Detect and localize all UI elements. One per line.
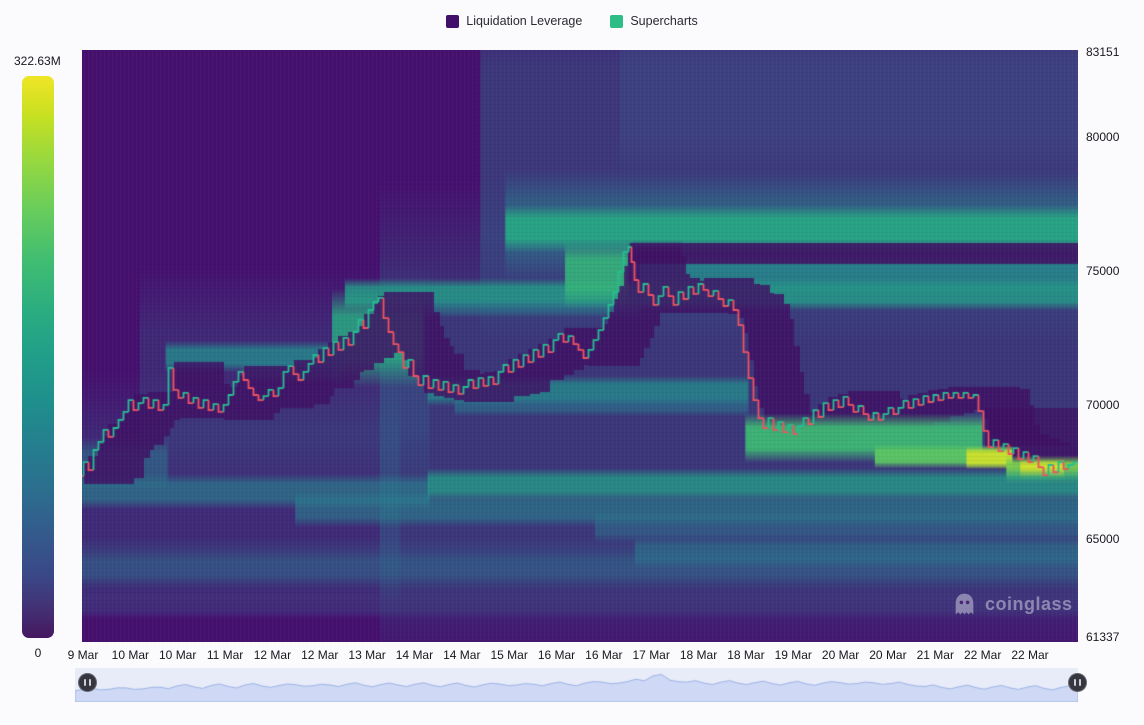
chart-legend: Liquidation Leverage Supercharts [0, 14, 1144, 28]
price-y-axis: 83151 80000 75000 70000 65000 61337 [1086, 0, 1144, 650]
y-axis-label: 83151 [1086, 45, 1120, 59]
x-axis-label: 14 Mar [395, 648, 434, 662]
x-axis-label: 9 Mar [67, 648, 99, 662]
legend-item-liquidation-leverage[interactable]: Liquidation Leverage [446, 14, 582, 28]
x-axis-label: 10 Mar [111, 648, 150, 662]
x-axis-label: 16 Mar [585, 648, 623, 662]
navigator-area-canvas[interactable] [75, 668, 1078, 702]
y-axis-label: 61337 [1086, 630, 1120, 644]
y-axis-label: 80000 [1086, 129, 1120, 144]
x-axis-label: 18 Mar [727, 648, 765, 662]
handle-grip-icon [84, 679, 87, 686]
x-axis-label: 16 Mar [537, 648, 576, 662]
liquidation-heatmap-canvas[interactable] [82, 50, 1078, 642]
supercharts-swatch-icon [610, 14, 624, 28]
x-axis-label: 11 Mar [206, 648, 244, 662]
date-x-axis: 9 Mar 10 Mar 10 Mar 11 Mar 12 Mar 12 Mar 13 Ma… [0, 646, 1144, 664]
x-axis-label: 20 Mar [821, 648, 860, 662]
legend-item-supercharts[interactable]: Supercharts [610, 14, 698, 28]
x-axis-label: 19 Mar [774, 648, 812, 662]
legend-label: Liquidation Leverage [466, 14, 583, 28]
x-axis-label: 21 Mar [916, 648, 954, 662]
x-axis-label: 22 Mar [963, 648, 1002, 662]
y-axis-label: 70000 [1086, 397, 1120, 412]
handle-grip-icon [1078, 679, 1081, 686]
y-axis-label: 75000 [1086, 263, 1120, 278]
handle-grip-icon [88, 679, 91, 686]
x-axis-label: 18 Mar [679, 648, 718, 662]
y-axis-label: 65000 [1086, 531, 1120, 546]
timeline-navigator[interactable] [75, 668, 1078, 702]
x-axis-label: 10 Mar [159, 648, 197, 662]
handle-grip-icon [1074, 679, 1077, 686]
navigator-right-handle[interactable] [1068, 673, 1087, 692]
x-axis-label: 17 Mar [632, 648, 670, 662]
liquidation-leverage-swatch-icon [446, 14, 460, 28]
colorbar-max-label: 322.63M [14, 54, 61, 68]
liquidation-heatmap-page: Liquidation Leverage Supercharts 322.63M… [0, 0, 1144, 725]
colorbar-gradient [22, 76, 54, 638]
x-axis-label: 12 Mar [301, 648, 339, 662]
x-axis-label: 12 Mar [253, 648, 292, 662]
legend-label: Supercharts [630, 14, 698, 28]
x-axis-label: 13 Mar [348, 648, 386, 662]
x-axis-label: 22 Mar [1011, 648, 1049, 662]
x-axis-label: 15 Mar [490, 648, 528, 662]
x-axis-label: 14 Mar [443, 648, 481, 662]
x-axis-label: 20 Mar [869, 648, 907, 662]
navigator-left-handle[interactable] [78, 673, 97, 692]
